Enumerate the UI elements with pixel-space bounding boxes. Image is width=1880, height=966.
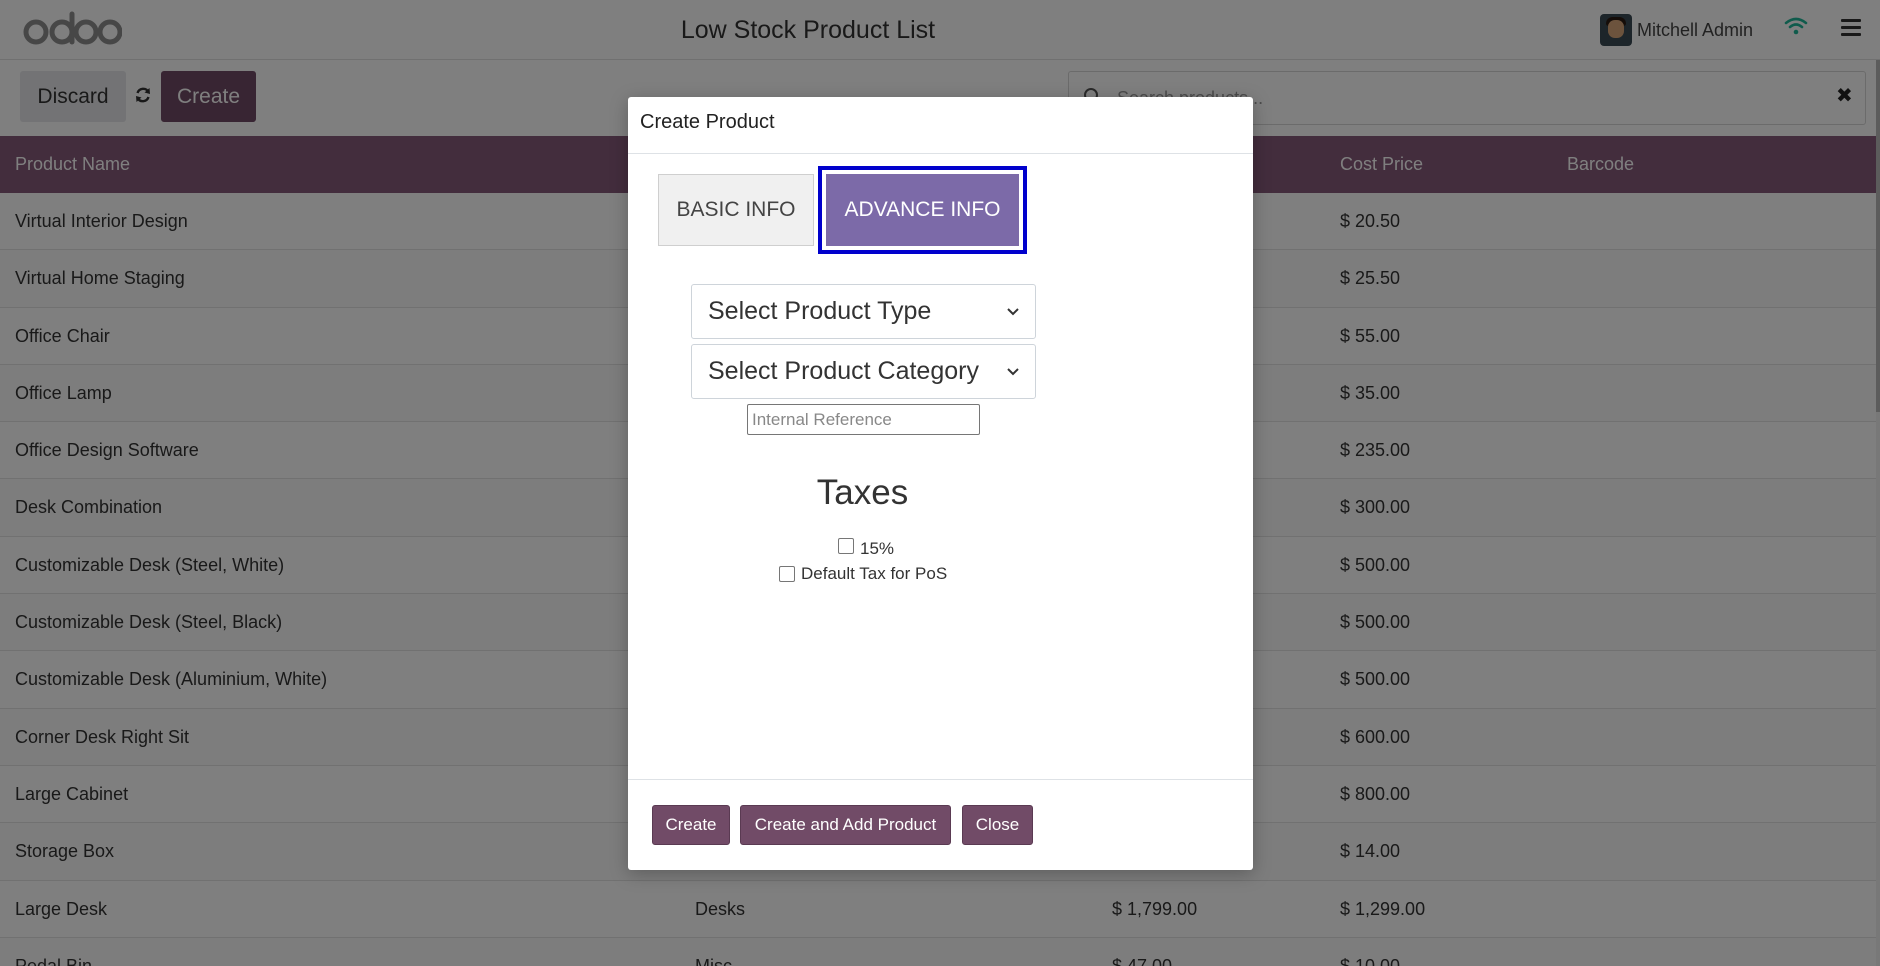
tax-option-default-pos[interactable]: Default Tax for PoS — [779, 564, 947, 584]
product-category-select[interactable]: Select Product Category — [691, 344, 1036, 399]
tab-basic-info[interactable]: BASIC INFO — [658, 174, 814, 246]
divider — [628, 153, 1253, 154]
tax-default-pos-label: Default Tax for PoS — [801, 564, 948, 583]
product-type-select[interactable]: Select Product Type — [691, 284, 1036, 339]
create-and-add-product-button[interactable]: Create and Add Product — [740, 805, 951, 845]
create-product-dialog: Create Product BASIC INFO ADVANCE INFO S… — [628, 97, 1253, 870]
tax-default-pos-checkbox[interactable] — [779, 566, 795, 582]
tab-advance-info[interactable]: ADVANCE INFO — [818, 166, 1027, 254]
tax-15-checkbox[interactable] — [838, 538, 854, 554]
chevron-down-icon — [1007, 367, 1019, 375]
chevron-down-icon — [1007, 307, 1019, 315]
dialog-title: Create Product — [640, 111, 775, 133]
divider — [628, 779, 1253, 780]
dialog-create-button[interactable]: Create — [652, 805, 730, 845]
internal-reference-input[interactable] — [747, 404, 980, 435]
product-type-select-value: Select Product Type — [708, 297, 932, 325]
product-category-select-value: Select Product Category — [708, 357, 979, 385]
close-button[interactable]: Close — [962, 805, 1033, 845]
tax-15-label: 15% — [860, 539, 895, 558]
tab-advance-info-label: ADVANCE INFO — [826, 174, 1019, 246]
taxes-heading: Taxes — [816, 473, 909, 512]
tax-option-15[interactable]: 15% — [838, 538, 895, 559]
